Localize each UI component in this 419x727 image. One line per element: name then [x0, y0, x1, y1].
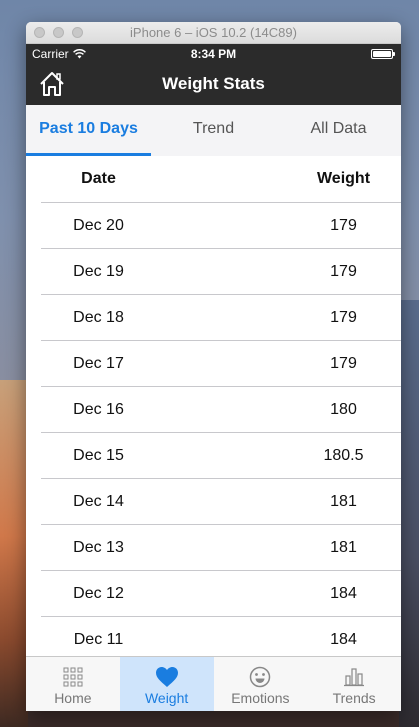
- row-weight: 179: [330, 262, 357, 280]
- row-date: Dec 19: [73, 262, 124, 280]
- tabbar-label-weight: Weight: [144, 690, 189, 706]
- table-row[interactable]: Dec 13 181: [41, 525, 401, 571]
- row-date: Dec 15: [73, 446, 124, 464]
- tabbar-label-home: Home: [54, 690, 92, 706]
- table-row[interactable]: Dec 16 180: [41, 387, 401, 433]
- row-weight: 180: [330, 400, 357, 418]
- row-date: Dec 12: [73, 584, 124, 602]
- date-column-header: Date: [81, 170, 116, 187]
- desktop-background-left: [0, 380, 28, 727]
- window-titlebar: iPhone 6 – iOS 10.2 (14C89): [26, 22, 401, 44]
- table-header: Date Weight: [41, 156, 401, 203]
- tab-past-10-days[interactable]: Past 10 Days: [26, 105, 151, 156]
- tabbar-item-trends[interactable]: Trends: [307, 657, 401, 711]
- tabbar-item-weight[interactable]: Weight: [119, 657, 214, 711]
- table-row[interactable]: Dec 14 181: [41, 479, 401, 525]
- row-weight: 184: [330, 630, 357, 648]
- table-row[interactable]: Dec 20 179: [41, 203, 401, 249]
- row-weight: 179: [330, 308, 357, 326]
- heart-icon: [155, 667, 178, 687]
- status-time: 8:34 PM: [190, 47, 237, 61]
- tabbar-item-home[interactable]: Home: [26, 657, 120, 711]
- row-weight: 180.5: [323, 446, 364, 464]
- row-weight: 181: [330, 492, 357, 510]
- tabbar-label-trends: Trends: [332, 690, 376, 706]
- row-weight: 179: [330, 216, 357, 234]
- window-title: iPhone 6 – iOS 10.2 (14C89): [130, 25, 297, 40]
- table-row[interactable]: Dec 12 184: [41, 571, 401, 617]
- tabbar-item-emotions[interactable]: Emotions: [214, 657, 308, 711]
- page-title: Weight Stats: [162, 74, 265, 93]
- tabbar-label-emotions: Emotions: [231, 690, 290, 706]
- battery-icon: [371, 49, 395, 59]
- bar-chart-icon: [344, 668, 365, 687]
- row-date: Dec 18: [73, 308, 124, 326]
- weight-table: Date Weight Dec 20 179 Dec 19 179 Dec 18 179 D…: [26, 156, 401, 663]
- row-date: Dec 17: [73, 354, 124, 372]
- table-row[interactable]: Dec 15 180.5: [41, 433, 401, 479]
- row-weight: 184: [330, 584, 357, 602]
- row-date: Dec 16: [73, 400, 124, 418]
- table-row[interactable]: Dec 19 179: [41, 249, 401, 295]
- segment-tabs: Past 10 Days Trend All Data: [26, 105, 401, 156]
- row-weight: 179: [330, 354, 357, 372]
- row-date: Dec 11: [73, 630, 124, 648]
- table-row[interactable]: Dec 17 179: [41, 341, 401, 387]
- navigation-bar: Weight Stats: [26, 64, 401, 105]
- table-row[interactable]: Dec 18 179: [41, 295, 401, 341]
- tab-all-data[interactable]: All Data: [276, 105, 401, 156]
- row-date: Dec 20: [73, 216, 124, 234]
- status-bar: Carrier 8:34 PM: [26, 44, 401, 64]
- simulator-window: iPhone 6 – iOS 10.2 (14C89) Carrier 8:34…: [26, 22, 401, 711]
- grid-icon: [63, 667, 83, 687]
- smiley-icon: [250, 666, 271, 688]
- tab-trend[interactable]: Trend: [151, 105, 276, 156]
- row-date: Dec 13: [73, 538, 124, 556]
- bottom-tab-bar: Home Weight Emotions Trends: [26, 656, 401, 711]
- desktop-background-right: [399, 300, 419, 727]
- row-weight: 181: [330, 538, 357, 556]
- row-date: Dec 14: [73, 492, 124, 510]
- battery-level: [373, 51, 391, 57]
- weight-column-header: Weight: [316, 170, 371, 187]
